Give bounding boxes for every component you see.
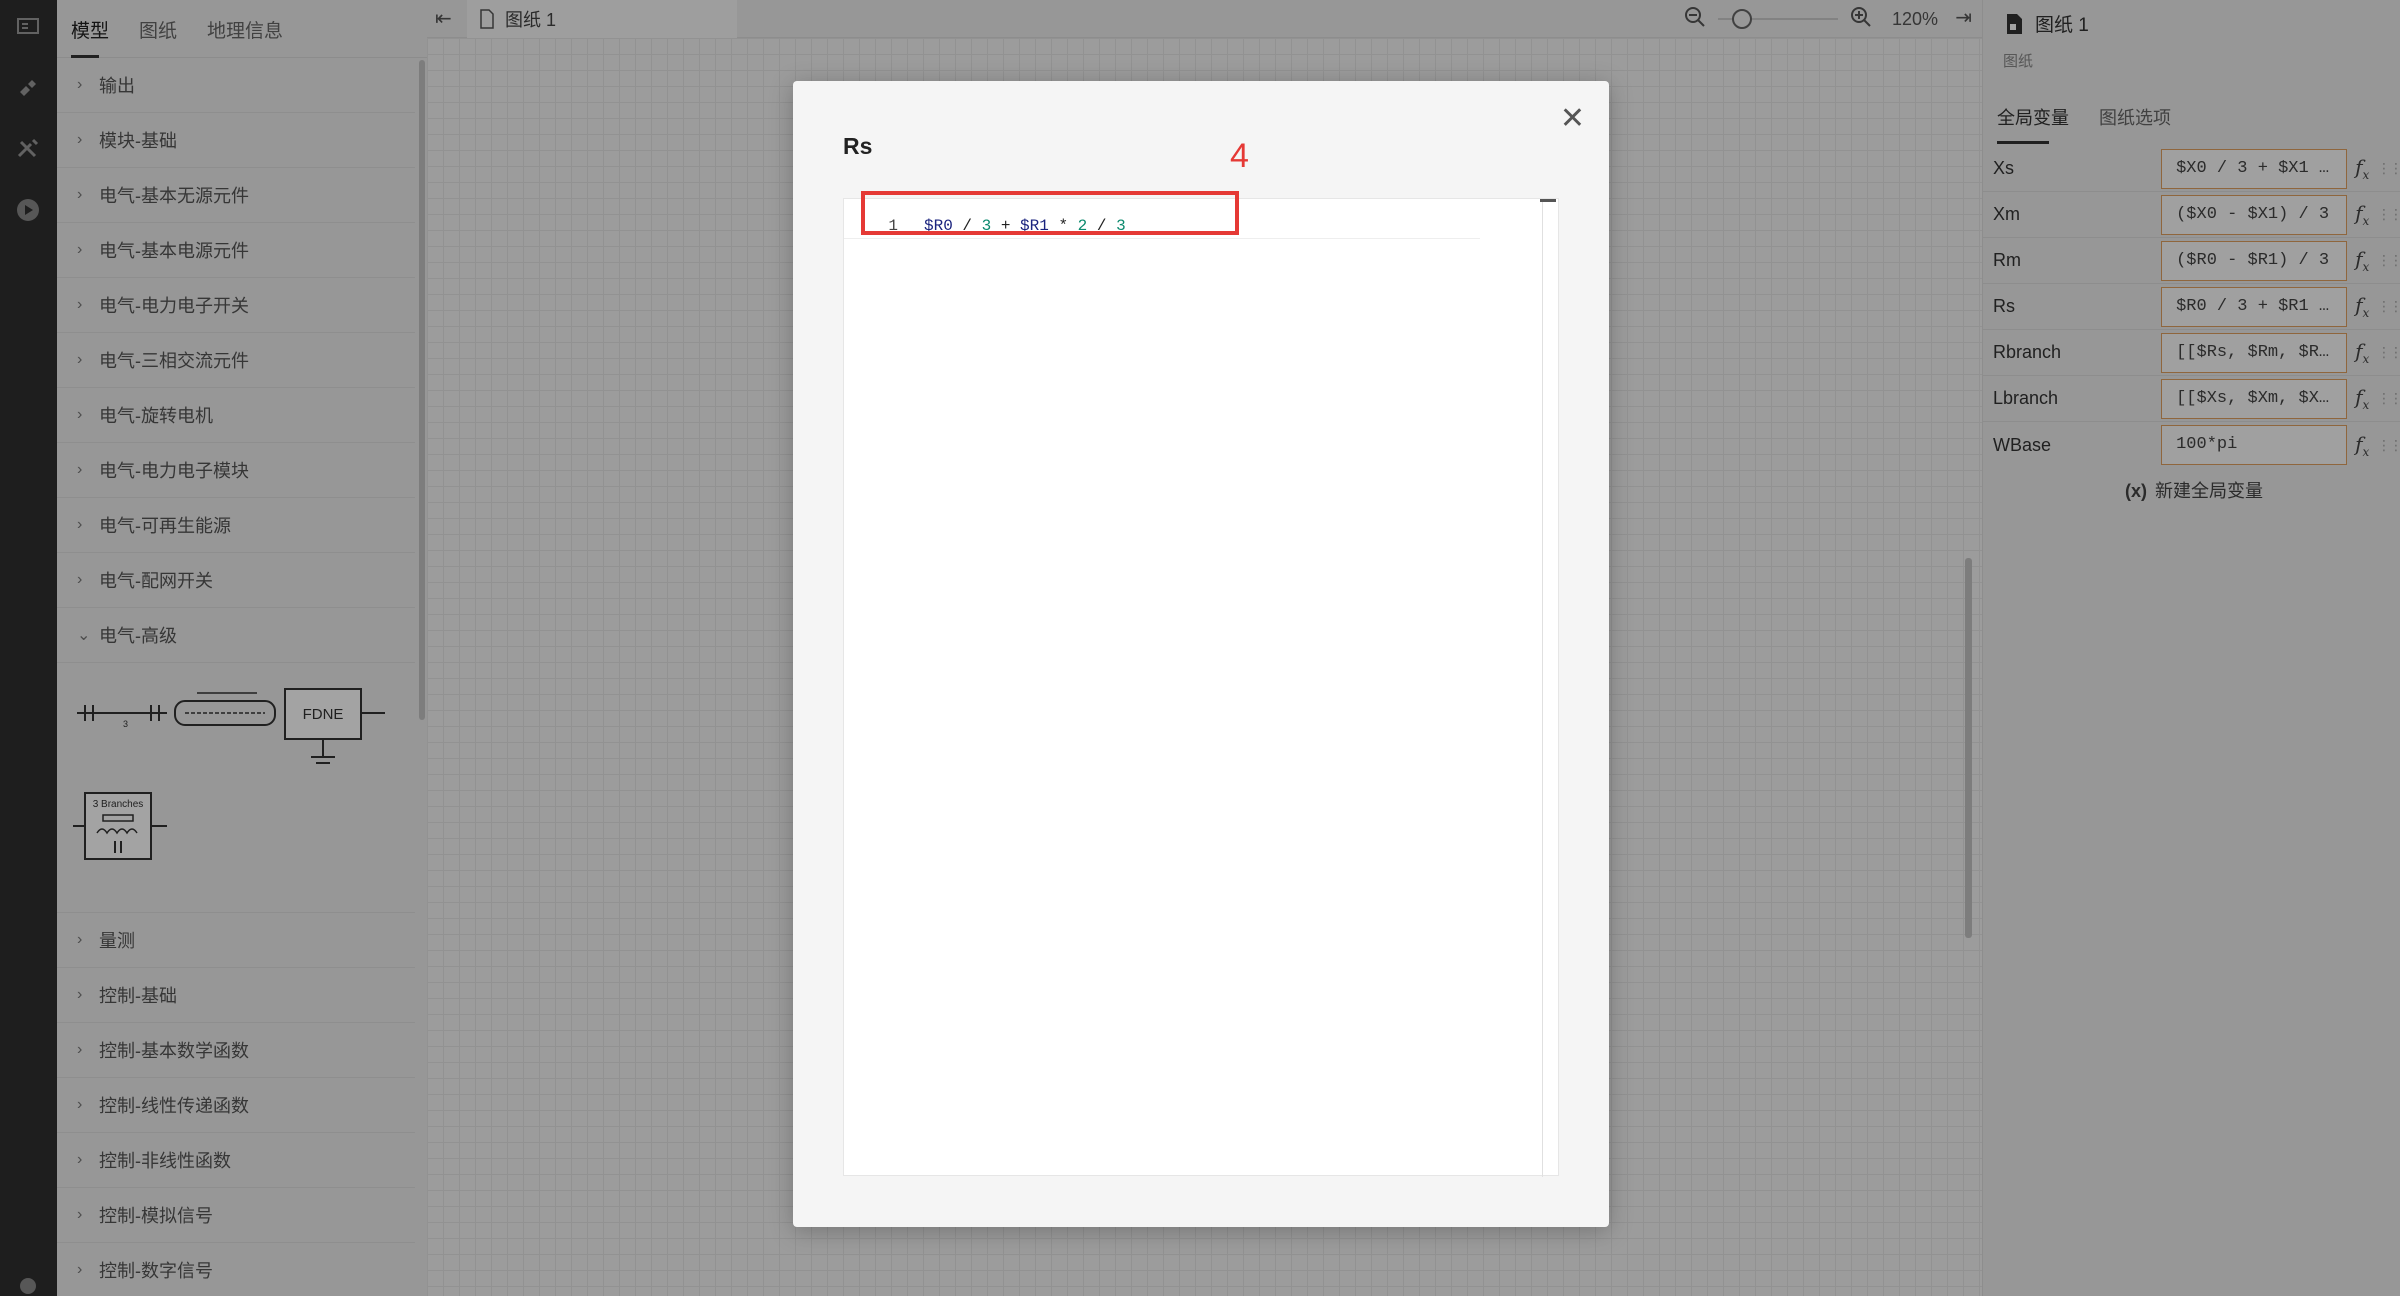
- editor-gutter: [1542, 199, 1543, 1177]
- editor-minimap-marker: [1540, 199, 1556, 202]
- dialog-title: Rs: [843, 133, 873, 159]
- close-icon[interactable]: ✕: [1560, 101, 1585, 136]
- code-editor[interactable]: 1 $R0 / 3 + $R1 * 2 / 3: [843, 198, 1559, 1177]
- annotation-highlight-box: [861, 191, 1239, 235]
- expression-editor-dialog: Rs ✕ 4 1 $R0 / 3 + $R1 * 2 / 3: [793, 81, 1609, 1227]
- annotation-number: 4: [1230, 137, 1249, 175]
